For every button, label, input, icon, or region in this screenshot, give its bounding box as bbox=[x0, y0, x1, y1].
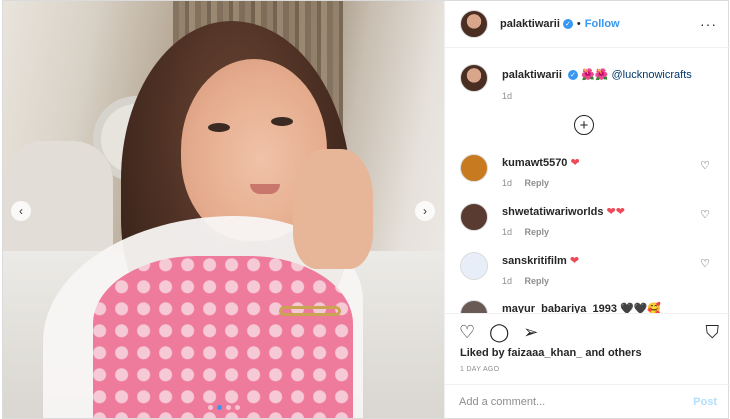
comment-time: 1d bbox=[502, 227, 513, 237]
comment-input[interactable] bbox=[459, 393, 669, 411]
commenter-username[interactable]: shwetatiwariworlds bbox=[502, 206, 603, 218]
likes-summary[interactable]: Liked by faizaaa_khan_ and others bbox=[460, 347, 642, 359]
username-link[interactable]: palaktiwarii bbox=[500, 18, 560, 30]
post-header: palaktiwarii ✓ • Follow ··· bbox=[445, 1, 730, 48]
comment-time: 1d bbox=[502, 276, 513, 286]
plus-icon: + bbox=[579, 116, 589, 134]
reply-button[interactable]: Reply bbox=[525, 178, 550, 188]
commenter-avatar[interactable] bbox=[460, 154, 488, 182]
carousel-dot bbox=[234, 405, 240, 410]
verified-badge-icon: ✓ bbox=[567, 70, 578, 81]
commenter-username[interactable]: mayur_babariya_1993 bbox=[502, 303, 617, 313]
load-more-comments-button[interactable]: + bbox=[574, 115, 594, 135]
bookmark-icon[interactable]: ⛉ bbox=[706, 322, 720, 342]
carousel-dot bbox=[207, 405, 213, 410]
reply-button[interactable]: Reply bbox=[525, 227, 550, 237]
comment-text: ❤ bbox=[569, 255, 580, 267]
post-comment-button[interactable]: Post bbox=[693, 396, 717, 408]
comment-bubble-icon[interactable]: ◯ bbox=[489, 322, 509, 342]
comment-text: ❤❤ bbox=[606, 206, 625, 218]
comment-text: ❤ bbox=[570, 157, 580, 169]
comments-list[interactable]: palaktiwarii ✓ 🌺🌺 @lucknowicrafts 1d + k… bbox=[445, 49, 730, 313]
caption-avatar[interactable] bbox=[460, 64, 488, 92]
verified-badge-icon: ✓ bbox=[562, 19, 573, 29]
post-actions: ♡ ◯ ➢ ⛉ Liked by faizaaa_khan_ and other… bbox=[445, 313, 730, 418]
post-caption: palaktiwarii ✓ 🌺🌺 @lucknowicrafts 1d bbox=[460, 64, 692, 101]
post-photo[interactable]: ‹ › bbox=[3, 1, 444, 418]
avatar[interactable] bbox=[460, 10, 488, 38]
chevron-right-icon: › bbox=[423, 204, 427, 218]
like-heart-icon[interactable]: ♡ bbox=[459, 322, 475, 342]
carousel-next-button[interactable]: › bbox=[415, 201, 435, 221]
share-paper-plane-icon[interactable]: ➢ bbox=[523, 322, 538, 342]
comment-text: 🖤🖤🥰 bbox=[620, 303, 662, 313]
comment-like-heart-icon[interactable]: ♡ bbox=[700, 208, 710, 221]
carousel-dot bbox=[225, 405, 231, 410]
photo-bracelet bbox=[279, 306, 341, 316]
carousel-dot bbox=[216, 405, 222, 410]
chevron-left-icon: ‹ bbox=[19, 204, 23, 218]
photo-hand bbox=[293, 149, 373, 269]
caption-emoji: 🌺🌺 bbox=[581, 69, 609, 81]
separator: • bbox=[576, 18, 581, 30]
comment-like-heart-icon[interactable]: ♡ bbox=[700, 159, 710, 172]
photo-eye-left bbox=[208, 123, 230, 132]
photo-kurta bbox=[93, 256, 353, 418]
add-comment-bar: Post bbox=[445, 384, 730, 419]
commenter-avatar[interactable] bbox=[460, 252, 488, 280]
commenter-username[interactable]: kumawt5570 bbox=[502, 157, 567, 169]
more-options-icon[interactable]: ··· bbox=[700, 16, 717, 32]
post-side-panel: palaktiwarii ✓ • Follow ··· palaktiwarii… bbox=[444, 1, 730, 418]
follow-button[interactable]: Follow bbox=[585, 18, 620, 30]
commenter-avatar[interactable] bbox=[460, 203, 488, 231]
comment-time: 1d bbox=[502, 178, 513, 188]
post-timestamp: 1 DAY AGO bbox=[460, 366, 500, 373]
commenter-username[interactable]: sanskritifilm bbox=[502, 255, 567, 267]
commenter-avatar[interactable] bbox=[460, 300, 488, 313]
caption-username[interactable]: palaktiwarii bbox=[502, 69, 562, 81]
caption-timestamp: 1d bbox=[502, 91, 513, 101]
caption-mention-link[interactable]: @lucknowicrafts bbox=[612, 69, 692, 81]
photo-eye-right bbox=[271, 117, 293, 126]
instagram-post: ‹ › palaktiwarii ✓ • Follow ··· palaktiw… bbox=[2, 0, 730, 419]
reply-button[interactable]: Reply bbox=[525, 276, 550, 286]
carousel-prev-button[interactable]: ‹ bbox=[11, 201, 31, 221]
comment-like-heart-icon[interactable]: ♡ bbox=[700, 257, 710, 270]
carousel-dots bbox=[3, 405, 444, 410]
